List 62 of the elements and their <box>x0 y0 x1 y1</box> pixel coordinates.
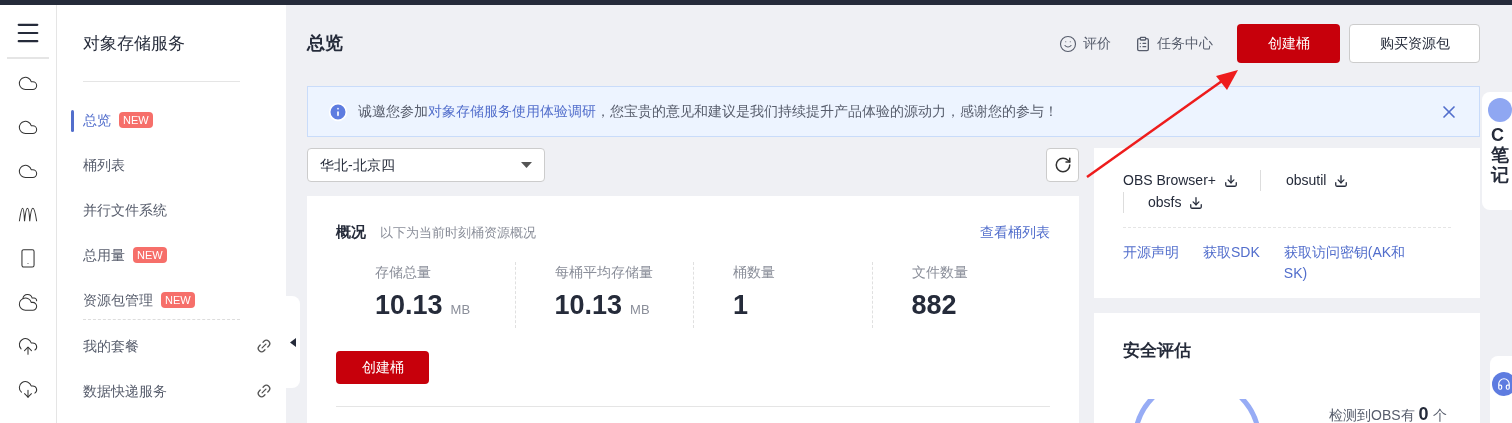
stat-value: 10.13 <box>375 288 443 322</box>
survey-link[interactable]: 对象存储服务使用体验调研 <box>428 103 596 119</box>
region-select[interactable]: 华北-北京四 <box>307 148 545 182</box>
download-link[interactable]: obsfs <box>1123 192 1204 213</box>
smile-icon <box>1059 34 1077 53</box>
tool-link[interactable]: 获取SDK <box>1203 242 1260 284</box>
stat-unit: MB <box>630 300 650 319</box>
download-icon <box>1334 173 1349 188</box>
buy-package-button[interactable]: 购买资源包 <box>1349 24 1480 63</box>
support-widget[interactable] <box>1490 356 1512 423</box>
collapse-handle[interactable] <box>286 296 300 388</box>
clipboard-icon <box>1135 35 1151 52</box>
new-badge: NEW <box>133 247 167 263</box>
stat-value: 1 <box>733 288 749 322</box>
sidebar-item[interactable]: 桶列表 <box>83 154 125 176</box>
tool-link[interactable]: 开源声明 <box>1123 242 1179 284</box>
download-icon <box>1189 195 1204 210</box>
note-label: C笔记 <box>1491 126 1509 186</box>
stat-value: 10.13 <box>554 288 623 322</box>
download-link[interactable]: obsutil <box>1260 170 1349 191</box>
tasks-link[interactable]: 任务中心 <box>1135 33 1213 54</box>
note-widget[interactable]: C笔记 <box>1482 92 1512 210</box>
detection-count: 0 <box>1418 403 1429 423</box>
detection-label: 检测到OBS有 <box>1329 406 1415 423</box>
stat-label: 文件数量 <box>911 262 969 282</box>
caret-icon <box>521 162 532 168</box>
note-icon <box>1488 98 1512 122</box>
create-bucket-button[interactable]: 创建桶 <box>336 350 429 384</box>
cloud-download-icon[interactable] <box>16 379 40 400</box>
download-link[interactable]: OBS Browser+ <box>1123 170 1238 191</box>
sidebar-title: 对象存储服务 <box>83 33 186 55</box>
overview-subtitle: 以下为当前时刻桶资源概况 <box>380 223 536 242</box>
stat-value: 882 <box>911 288 957 322</box>
sidebar-item[interactable]: 并行文件系统 <box>83 199 167 221</box>
download-icon <box>1224 173 1238 188</box>
caret-icon <box>290 337 296 347</box>
page-title: 总览 <box>307 32 343 55</box>
headset-icon <box>1497 377 1511 391</box>
banner-text: 诚邀您参加对象存储服务使用体验调研，您宝贵的意见和建议是我们持续提升产品体验的源动力，感谢您的参与！ <box>358 102 1058 121</box>
stat-label: 存储总量 <box>375 262 432 282</box>
overview-title: 概况 <box>336 222 366 242</box>
stat-unit: MB <box>450 300 471 319</box>
feedback-link[interactable]: 评价 <box>1059 33 1111 54</box>
new-badge: NEW <box>161 292 195 308</box>
tool-link[interactable]: 获取访问密钥(AK和SK) <box>1283 242 1412 284</box>
security-title: 安全评估 <box>1123 340 1192 362</box>
sidebar-item[interactable]: 总用量 <box>83 244 125 266</box>
create-bucket-button[interactable]: 创建桶 <box>1237 24 1340 63</box>
stat-label: 桶数量 <box>733 262 776 282</box>
sidebar-item[interactable]: 总览 <box>83 109 111 131</box>
clouds-icon[interactable] <box>16 291 40 313</box>
detection-unit: 个 <box>1432 406 1447 423</box>
refresh-button[interactable] <box>1046 148 1079 182</box>
cloud-upload-icon[interactable] <box>16 335 40 357</box>
stat-label: 每桶平均存储量 <box>554 262 654 282</box>
refresh-icon <box>1053 156 1072 174</box>
info-icon <box>328 101 348 122</box>
sidebar-item[interactable]: 我的套餐 <box>83 335 139 357</box>
bucket-list-link[interactable]: 查看桶列表 <box>980 221 1050 243</box>
sidebar-item[interactable]: 资源包管理 <box>83 289 153 311</box>
sidebar-item[interactable]: 数据快递服务 <box>83 380 167 402</box>
new-badge: NEW <box>119 112 153 128</box>
